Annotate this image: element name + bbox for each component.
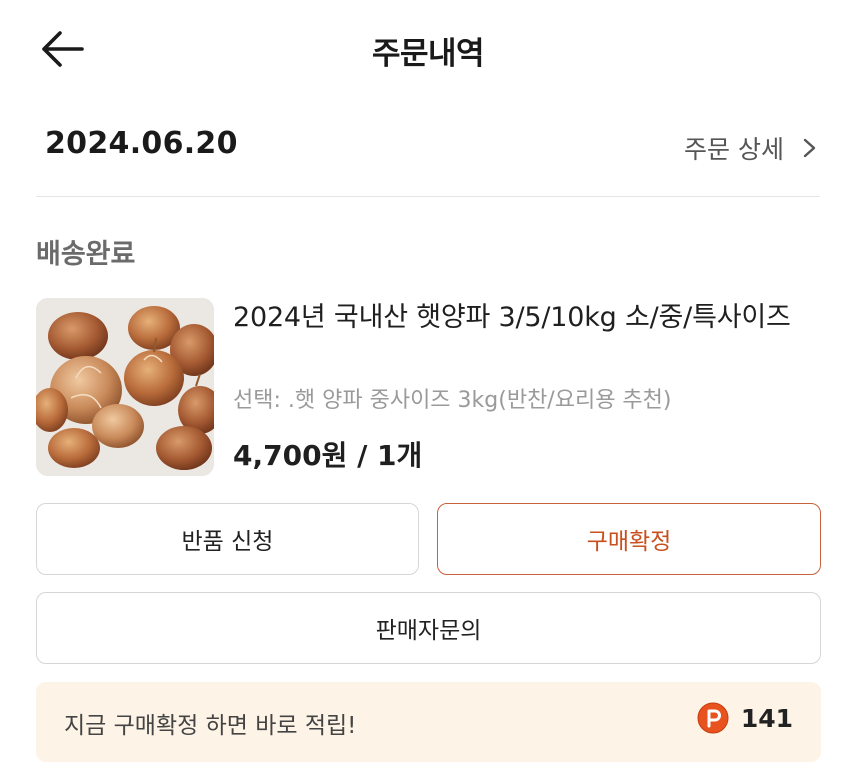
product-option: 선택: .햇 양파 중사이즈 3kg(반찬/요리용 추천): [233, 388, 672, 413]
onion-image: [36, 298, 214, 476]
order-detail-label: 주문 상세: [684, 135, 784, 164]
points-value: 141: [740, 703, 793, 733]
delivery-status: 배송완료: [36, 239, 136, 270]
app-header: 주문내역: [0, 0, 856, 100]
chevron-right-icon: [803, 138, 816, 158]
points-p-icon: [697, 702, 729, 734]
reward-points: 141: [697, 702, 793, 734]
seller-inquiry-button[interactable]: 판매자문의: [36, 592, 821, 664]
return-request-button[interactable]: 반품 신청: [36, 503, 419, 575]
reward-banner: 지금 구매확정 하면 바로 적립! 141: [36, 682, 821, 762]
purchase-confirm-button[interactable]: 구매확정: [437, 503, 821, 575]
divider: [36, 196, 820, 197]
product-thumbnail[interactable]: [36, 298, 214, 476]
order-detail-link[interactable]: 주문 상세: [684, 128, 818, 168]
product-price: 4,700원 / 1개: [233, 439, 423, 472]
order-date: 2024.06.20: [45, 126, 238, 161]
product-name[interactable]: 2024년 국내산 햇양파 3/5/10kg 소/중/특사이즈: [233, 298, 823, 338]
reward-banner-text: 지금 구매확정 하면 바로 적립!: [64, 713, 357, 739]
page-title: 주문내역: [371, 36, 485, 72]
